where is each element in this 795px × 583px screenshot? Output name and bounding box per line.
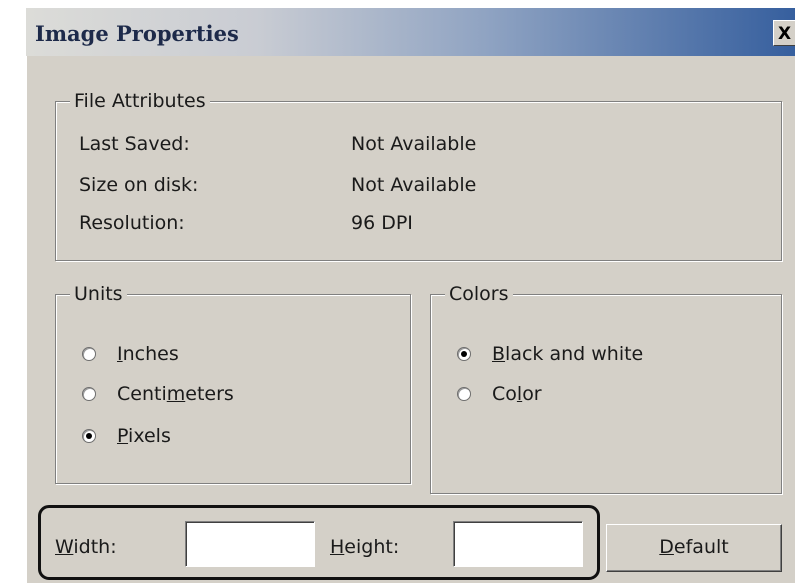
dialog-title: Image Properties — [35, 21, 239, 46]
colors-legend: Colors — [445, 282, 513, 306]
radio-centimeters[interactable]: Centimeters — [82, 380, 282, 408]
radio-black-and-white-label: Black and white — [492, 343, 644, 365]
radio-color[interactable]: Color — [457, 380, 597, 408]
size-fields-highlight — [38, 505, 600, 580]
radio-centimeters-circle[interactable] — [82, 387, 96, 401]
radio-pixels-dot — [86, 433, 92, 439]
radio-pixels[interactable]: Pixels — [82, 422, 222, 450]
default-button[interactable]: Default — [606, 524, 782, 572]
last-saved-value: Not Available — [351, 133, 477, 155]
radio-color-label: Color — [492, 383, 542, 405]
radio-inches-circle[interactable] — [82, 347, 96, 361]
close-icon: X — [777, 24, 792, 44]
units-legend: Units — [70, 282, 127, 306]
radio-pixels-label: Pixels — [117, 425, 171, 447]
resolution-value: 96 DPI — [351, 212, 413, 234]
radio-color-circle[interactable] — [457, 387, 471, 401]
radio-inches[interactable]: Inches — [82, 340, 222, 368]
close-button[interactable]: X — [773, 20, 795, 46]
file-attributes-legend: File Attributes — [70, 89, 210, 113]
last-saved-label: Last Saved: — [79, 133, 190, 155]
size-on-disk-label: Size on disk: — [79, 174, 199, 196]
radio-black-and-white[interactable]: Black and white — [457, 340, 687, 368]
resolution-label: Resolution: — [79, 212, 185, 234]
radio-inches-label: Inches — [117, 343, 179, 365]
radio-pixels-circle[interactable] — [82, 429, 96, 443]
size-on-disk-value: Not Available — [351, 174, 477, 196]
radio-centimeters-label: Centimeters — [117, 383, 234, 405]
title-bar: Image Properties X — [26, 8, 795, 56]
radio-black-and-white-dot — [461, 351, 467, 357]
radio-black-and-white-circle[interactable] — [457, 347, 471, 361]
